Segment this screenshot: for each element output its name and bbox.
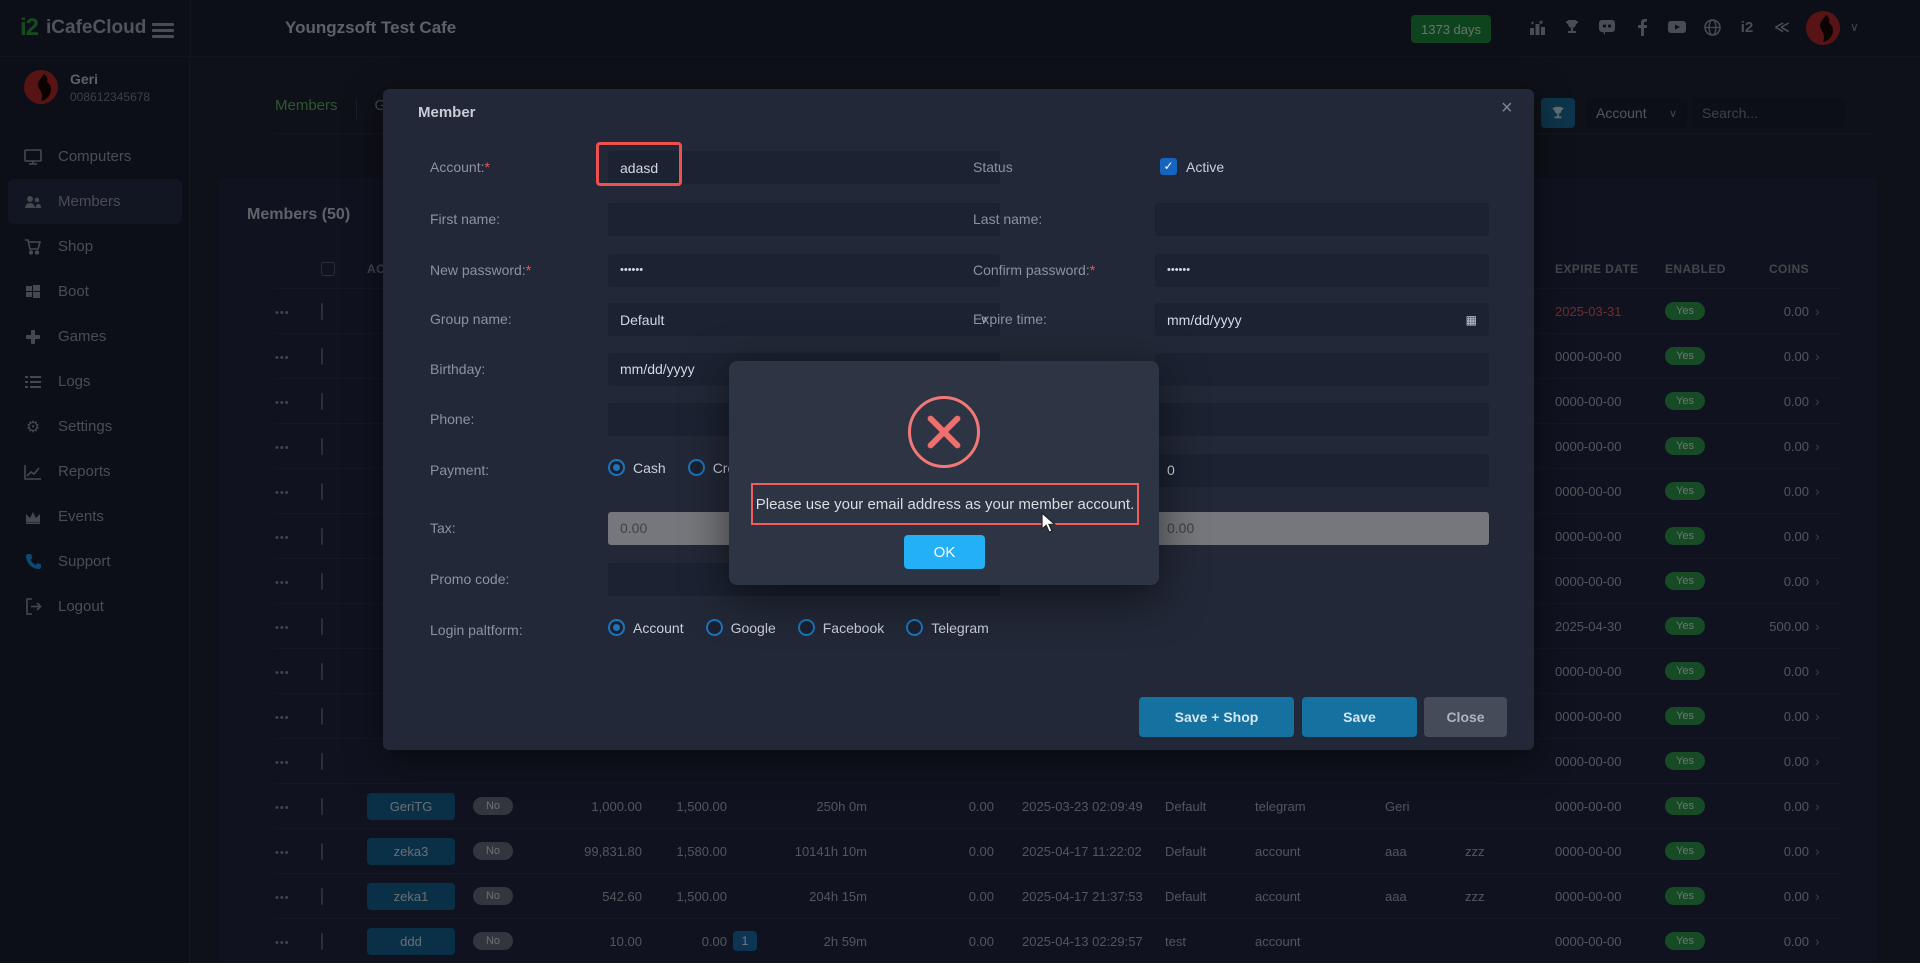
close-icon[interactable]: ×: [1501, 97, 1513, 120]
first-name-input[interactable]: [608, 203, 1000, 236]
form-row-login-platform: Login paltform: Account Google Facebook …: [383, 614, 1534, 648]
first-name-label: First name:: [430, 211, 500, 227]
error-circle-x-icon: [908, 396, 980, 468]
account-label: Account:*: [430, 159, 490, 175]
expire-time-value: mm/dd/yyyy: [1167, 312, 1242, 328]
account-input[interactable]: [608, 151, 1000, 184]
confirm-password-label: Confirm password:*: [973, 262, 1095, 278]
group-name-label: Group name:: [430, 311, 512, 327]
login-radio-telegram[interactable]: [906, 619, 923, 636]
alert-message: Please use your email address as your me…: [751, 483, 1139, 525]
save-shop-button[interactable]: Save + Shop: [1139, 697, 1294, 737]
login-radio-account[interactable]: [608, 619, 625, 636]
phone-label: Phone:: [430, 411, 474, 427]
save-button[interactable]: Save: [1302, 697, 1417, 737]
form-row-account: Account:* Status ✓ Active: [383, 151, 1534, 185]
expire-time-input[interactable]: mm/dd/yyyy ▦: [1155, 303, 1489, 336]
payment-radio-cash[interactable]: [608, 459, 625, 476]
form-row-names: First name: Last name:: [383, 203, 1534, 237]
last-name-input[interactable]: [1155, 203, 1489, 236]
extra-right-input[interactable]: [1155, 403, 1489, 436]
status-checkbox[interactable]: ✓: [1160, 158, 1177, 175]
status-label: Status: [973, 159, 1013, 175]
form-row-group-expire: Group name: Default ∨ Expire time: mm/dd…: [383, 303, 1534, 337]
status-active-label: Active: [1186, 159, 1224, 175]
payment-label: Payment:: [430, 462, 489, 478]
email-input[interactable]: [1155, 353, 1489, 386]
payment-radio-credit[interactable]: [688, 459, 705, 476]
confirm-password-input[interactable]: ••••••: [1155, 254, 1489, 287]
modal-title: Member: [418, 104, 476, 121]
last-name-label: Last name:: [973, 211, 1042, 227]
login-account-label: Account: [633, 620, 684, 636]
group-name-select[interactable]: Default ∨: [608, 303, 1000, 336]
new-password-input[interactable]: ••••••: [608, 254, 1000, 287]
login-platform-radio-group: Account Google Facebook Telegram: [608, 619, 1003, 636]
login-telegram-label: Telegram: [931, 620, 989, 636]
expire-time-label: Expire time:: [973, 311, 1047, 327]
new-password-label: New password:*: [430, 262, 531, 278]
login-radio-facebook[interactable]: [798, 619, 815, 636]
payment-cash-label: Cash: [633, 460, 666, 476]
error-alert-dialog: Please use your email address as your me…: [729, 361, 1159, 585]
coins-input[interactable]: 0: [1155, 454, 1489, 487]
login-google-label: Google: [731, 620, 776, 636]
login-radio-google[interactable]: [706, 619, 723, 636]
login-facebook-label: Facebook: [823, 620, 884, 636]
form-row-passwords: New password:* •••••• Confirm password:*…: [383, 254, 1534, 288]
promo-code-label: Promo code:: [430, 571, 509, 587]
close-button[interactable]: Close: [1424, 697, 1507, 737]
tax-input-right: 0.00: [1155, 512, 1489, 545]
ok-button[interactable]: OK: [904, 535, 985, 569]
tax-label: Tax:: [430, 520, 456, 536]
calendar-icon: ▦: [1466, 313, 1477, 327]
group-name-value: Default: [620, 312, 664, 328]
login-platform-label: Login paltform:: [430, 622, 523, 638]
birthday-label: Birthday:: [430, 361, 485, 377]
app-root: i2 iCafeCloud Youngzsoft Test Cafe 1373 …: [0, 0, 1920, 963]
